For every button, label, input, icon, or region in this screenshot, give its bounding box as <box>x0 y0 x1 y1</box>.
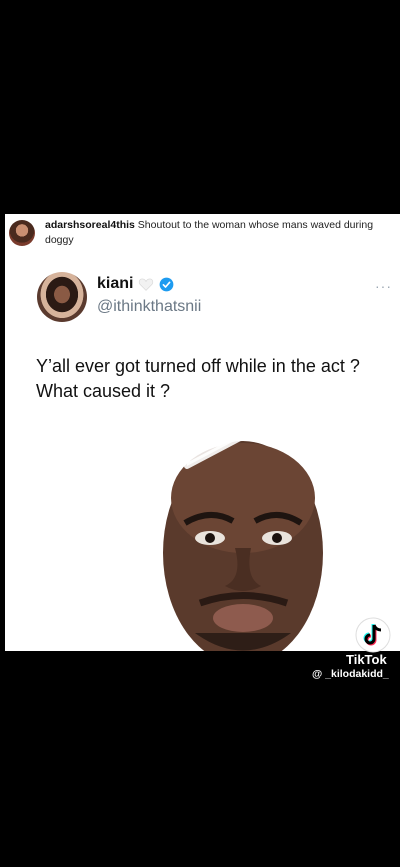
tweet-handle[interactable]: @ithinkthatsnii <box>97 298 201 316</box>
tiktok-brand-text: TikTok <box>346 652 387 667</box>
tweet-author-name: kiani <box>97 275 134 292</box>
commenter-avatar[interactable] <box>9 220 35 246</box>
tiktok-creator-handle: @ _kilodakidd_ <box>312 668 389 680</box>
screenshot-card: adarshsoreal4this Shoutout to the woman … <box>5 214 400 651</box>
tiktok-logo-icon <box>355 617 391 653</box>
tweet-avatar[interactable] <box>37 272 87 322</box>
comment-username[interactable]: adarshsoreal4this <box>45 219 135 231</box>
tweet-author[interactable]: kiani <box>97 275 174 293</box>
white-heart-icon <box>139 278 154 291</box>
comment-text: adarshsoreal4this Shoutout to the woman … <box>45 218 385 248</box>
verified-badge-icon <box>160 277 174 291</box>
more-options-icon[interactable]: ··· <box>375 278 392 294</box>
comment: adarshsoreal4this Shoutout to the woman … <box>9 218 395 248</box>
play-icon[interactable] <box>177 384 265 474</box>
